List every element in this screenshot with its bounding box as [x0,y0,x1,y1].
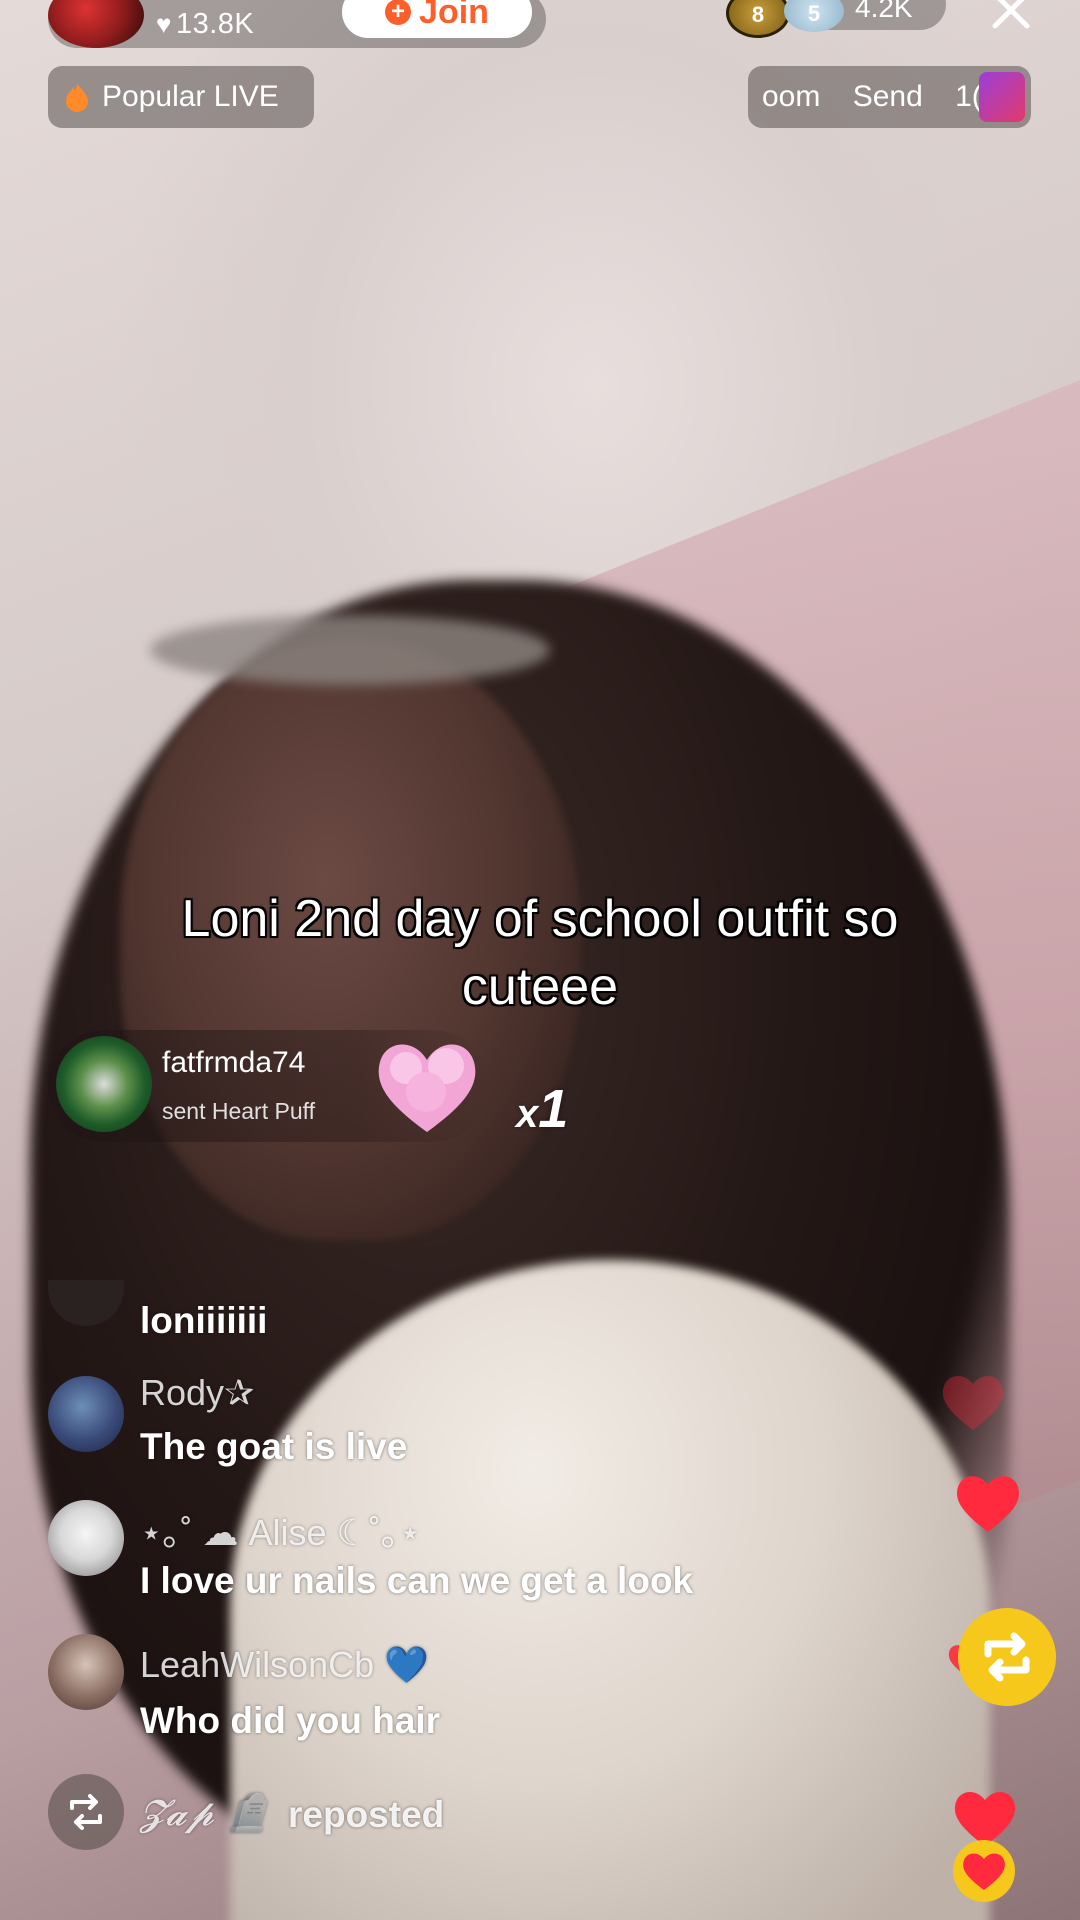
comment-text: Who did you hair [140,1700,441,1741]
comment-username[interactable]: ⋆｡˚ ☁︎ Alise ☾˚｡⋆ [140,1504,421,1556]
close-icon[interactable] [985,0,1037,38]
join-button[interactable]: + Join [342,0,532,38]
popular-live-button[interactable]: Popular LIVE [48,66,314,128]
popular-live-label: Popular LIVE [102,80,279,113]
gift-sender-avatar[interactable] [56,1036,152,1132]
flame-icon [66,84,88,112]
promo-text: oom Send 1( [762,80,982,113]
floating-heart-icon [957,1476,1019,1532]
comment-text: loniiiiiii [140,1300,268,1341]
heart-icon [963,1853,1005,1890]
plus-icon: + [385,0,412,25]
repost-username[interactable]: 𝓩𝓪𝓹 🪦 [140,1792,270,1835]
gift-count-value: 1 [538,1079,569,1139]
gift-sender-name[interactable]: fatfrmda74 [162,1046,305,1080]
heart-puff-gift-icon [378,1044,476,1132]
gift-description: sent Heart Puff [162,1098,315,1124]
stream-caption: Loni 2nd day of school outfit so cuteee [181,890,899,1016]
viewer-count[interactable]: 4.2K [855,0,913,24]
gift-count-prefix: x [516,1092,539,1136]
comment-text: The goat is live [140,1426,408,1467]
comment-username[interactable]: LeahWilsonCb 💙 [140,1644,429,1686]
like-button[interactable] [953,1840,1015,1902]
repost-button[interactable] [958,1608,1056,1706]
comment-text: I love ur nails can we get a look [140,1560,694,1601]
headband [150,615,550,685]
comment-avatar[interactable] [48,1376,124,1452]
comment-avatar[interactable] [48,1634,124,1710]
repost-icon [984,1632,1030,1682]
like-count-value: 13.8K [175,8,255,40]
join-label: Join [419,0,489,31]
comment-avatar[interactable] [48,1500,124,1576]
repost-notice-icon [48,1774,124,1850]
comment-username[interactable]: Rody✰ [140,1372,254,1414]
repost-icon [70,1794,102,1830]
repost-text: reposted [288,1794,445,1835]
gift-icon [979,72,1025,122]
like-count: ♥ 13.8K [156,8,254,41]
gift-count: x1 [516,1078,568,1140]
promo-banner[interactable]: oom Send 1( [748,66,1031,128]
floating-heart-icon [942,1375,1004,1430]
heart-icon: ♥ [156,9,172,39]
